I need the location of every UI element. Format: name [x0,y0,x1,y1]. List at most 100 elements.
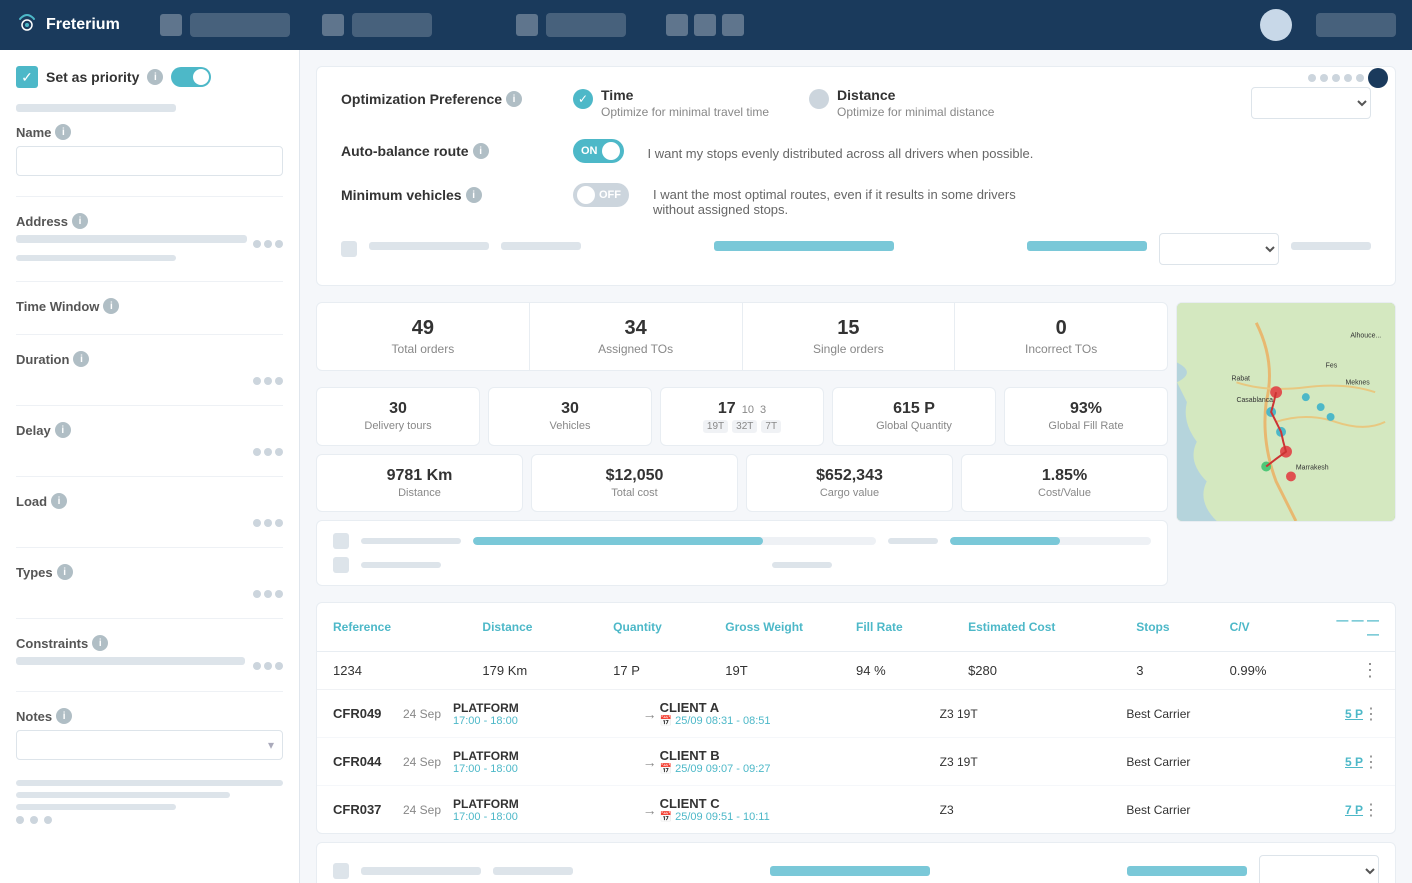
checkmark-icon: ✓ [578,92,588,106]
stat-mixed: 17 10 3 19T 32T 7T [660,387,824,446]
svg-text:Rabat: Rabat [1232,375,1251,382]
map-svg: Rabat Casablanca Marrakesh Fes Meknes Al… [1177,303,1395,521]
vehicles-label: Vehicles [497,420,643,432]
dr-to-time-cfr044: 📅 25/09 09:07 - 09:27 [660,763,940,775]
user-menu[interactable] [1316,13,1396,37]
stat-assigned-tos: 34 Assigned TOs [530,303,743,370]
stat-global-quantity: 615 P Global Quantity [832,387,996,446]
dr-dots-cfr037[interactable]: ⋮ [1363,800,1379,820]
field-name: Name i [16,124,283,176]
progress-row-2 [333,557,1151,573]
dr-ref-cfr037: CFR037 [333,802,403,817]
delivery-tours-label: Delivery tours [325,420,471,432]
opt-preference-controls: ✓ Time Optimize for minimal travel time … [573,87,1219,119]
summary-more-icon[interactable]: ⋮ [1323,660,1379,681]
dr-zone-cfr037: Z3 [940,803,1127,817]
field-constraints: Constraints i [16,635,283,671]
stat-assigned-tos-label: Assigned TOs [538,342,734,356]
summary-row: 1234 179 Km 17 P 19T 94 % $280 3 0.99% ⋮ [317,652,1395,690]
opt-ph1 [369,242,489,250]
main-layout: ✓ Set as priority i Name i Address i [0,50,1412,883]
toggle-knob [193,69,209,85]
opt-pref-info: i [506,91,522,107]
name-input[interactable] [16,146,283,176]
global-qty-num: 615 P [841,400,987,418]
summary-quantity: 17 P [613,663,725,678]
dr-date-cfr049: 24 Sep [403,707,453,721]
notes-dropdown[interactable]: ▾ [16,730,283,760]
stat-total-orders-num: 49 [325,317,521,340]
th-estimated-cost: Estimated Cost [968,620,1136,634]
priority-checkbox[interactable]: ✓ [16,66,38,88]
dot-3 [1332,74,1340,82]
dr-link-cfr044[interactable]: 5 P [1313,755,1363,769]
opt-select-1[interactable] [1251,87,1371,119]
delivery-row-cfr044: CFR044 24 Sep PLATFORM 17:00 - 18:00 → C… [317,738,1395,786]
field-address: Address i [16,213,283,261]
autobalance-toggle[interactable]: ON [573,139,624,163]
logo-text: Freterium [46,16,120,34]
field-address-label: Address i [16,213,283,229]
chevron-down-icon: ▾ [268,738,274,752]
optimization-section: Optimization Preference i ✓ Time Optimiz… [316,66,1396,286]
load-info-icon: i [51,493,67,509]
divider-constraints [16,691,283,692]
opt-time-choice[interactable]: ✓ Time Optimize for minimal travel time [573,87,769,119]
divider-load [16,547,283,548]
nav-item-3[interactable] [546,13,626,37]
stat-cost-value: 1.85% Cost/Value [961,454,1168,512]
stat-single-orders: 15 Single orders [743,303,956,370]
dr-link-cfr037[interactable]: 7 P [1313,803,1363,817]
stat-cargo-value: $652,343 Cargo value [746,454,953,512]
map-column: Rabat Casablanca Marrakesh Fes Meknes Al… [1176,302,1396,594]
dr-from-time-cfr049: 17:00 - 18:00 [453,715,640,727]
dr-dots-cfr044[interactable]: ⋮ [1363,752,1379,772]
dr-link-cfr049[interactable]: 5 P [1313,707,1363,721]
vehicles-num: 30 [497,400,643,418]
progress-track-1 [473,537,876,545]
stats-col: 49 Total orders 34 Assigned TOs 15 Singl… [316,302,1168,594]
stat-vehicles: 30 Vehicles [488,387,652,446]
dr-to-cfr037: CLIENT C 📅 25/09 09:51 - 10:11 [660,796,940,823]
calendar-icon-2: 📅 [660,764,672,775]
minvehicles-toggle[interactable]: OFF [573,183,629,207]
nav-icon-3 [516,14,538,36]
cargo-value-label: Cargo value [755,487,944,499]
opt-autobalance-label: Auto-balance route i [341,139,541,159]
global-qty-label: Global Quantity [841,420,987,432]
progress-fill-2 [950,537,1061,545]
opt-icon [341,241,357,257]
divider-timewindow [16,334,283,335]
name-info-icon: i [55,124,71,140]
opt-select-2[interactable] [1159,233,1279,265]
th-quantity: Quantity [613,620,725,634]
user-avatar [1260,9,1292,41]
opt-ph2 [501,242,581,250]
field-delay: Delay i [16,422,283,456]
dr-to-name-cfr044: CLIENT B [660,748,940,763]
field-types-label: Types i [16,564,283,580]
dr-ref-cfr044: CFR044 [333,754,403,769]
opt-distance-choice[interactable]: Distance Optimize for minimal distance [809,87,994,119]
dot-4 [1344,74,1352,82]
nav-icon-5 [694,14,716,36]
bottom-ph-blue1 [770,866,930,876]
priority-toggle[interactable] [171,67,211,87]
constraints-dots [253,662,283,670]
nav-item-1[interactable] [190,13,290,37]
th-fill-rate: Fill Rate [856,620,968,634]
notes-info-icon: i [56,708,72,724]
svg-text:Meknes: Meknes [1345,379,1370,386]
dot-2 [1320,74,1328,82]
delivery-row-cfr037: CFR037 24 Sep PLATFORM 17:00 - 18:00 → C… [317,786,1395,833]
distance-num: 9781 Km [325,467,514,485]
dr-from-time-cfr037: 17:00 - 18:00 [453,811,640,823]
cost-value-label: Cost/Value [970,487,1159,499]
opt-time-text: Time Optimize for minimal travel time [601,87,769,119]
dr-dots-cfr049[interactable]: ⋮ [1363,704,1379,724]
nav-item-2[interactable] [352,13,432,37]
opt-minvehicles-row: Minimum vehicles i OFF I want the most o… [341,183,1371,217]
tag-19t: 19T [703,420,728,433]
dr-from-name-cfr037: PLATFORM [453,797,640,811]
bottom-select[interactable] [1259,855,1379,883]
